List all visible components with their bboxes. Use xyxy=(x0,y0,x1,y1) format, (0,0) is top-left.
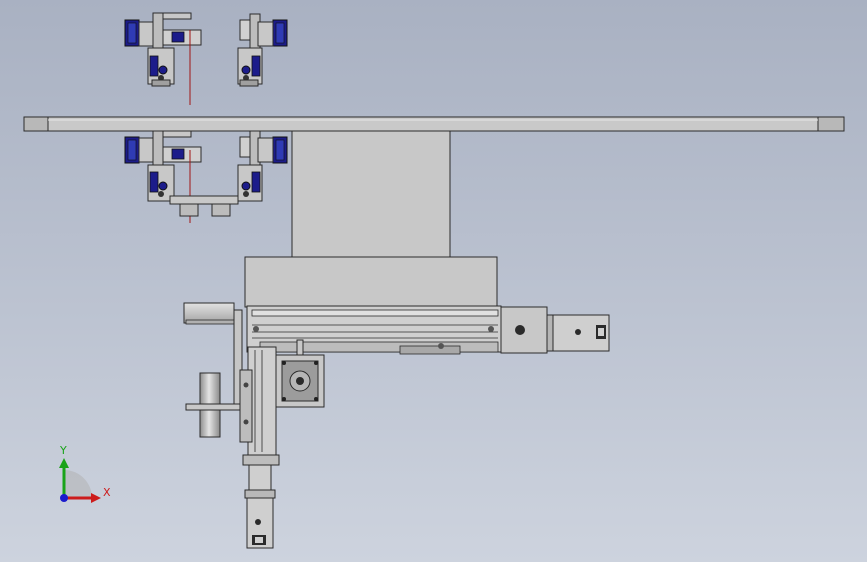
cad-viewport[interactable]: Y X xyxy=(0,0,867,562)
x-axis-label: X xyxy=(103,486,111,499)
horizontal-beam[interactable] xyxy=(23,116,845,132)
push-fixture[interactable] xyxy=(183,302,243,438)
vertical-linear-module[interactable] xyxy=(239,339,325,549)
y-axis-label: Y xyxy=(59,444,67,457)
lower-gripper-assembly[interactable] xyxy=(124,130,288,223)
coordinate-triad: Y X xyxy=(59,444,111,503)
z-axis-dot xyxy=(60,494,68,502)
upper-gripper-assembly[interactable] xyxy=(124,12,288,105)
